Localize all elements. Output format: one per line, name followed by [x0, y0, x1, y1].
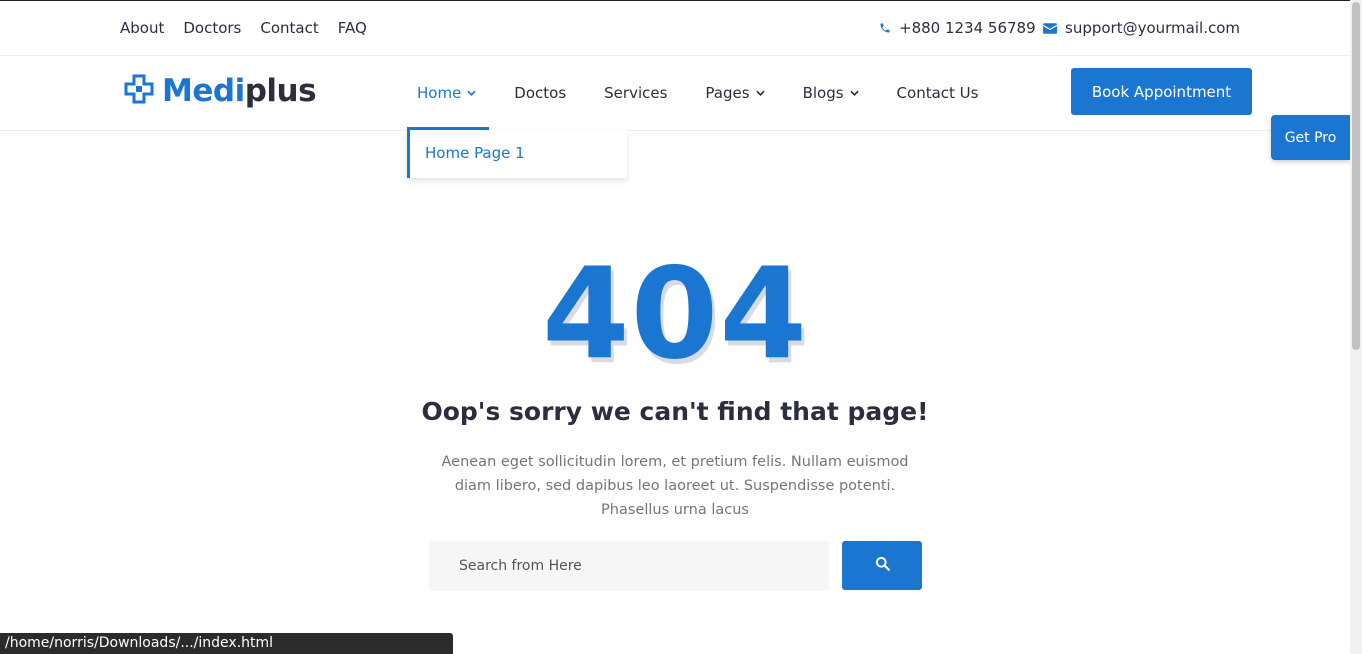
logo[interactable]: Mediplus — [123, 73, 317, 109]
home-dropdown-menu: Home Page 1 — [407, 130, 627, 178]
logo-text: Mediplus — [162, 73, 317, 109]
top-links: About Doctors Contact FAQ — [120, 19, 367, 37]
top-link-doctors[interactable]: Doctors — [183, 19, 241, 37]
chevron-down-icon — [467, 90, 476, 96]
top-email[interactable]: support@yourmail.com — [1043, 19, 1240, 37]
dropdown-item-home-page-1[interactable]: Home Page 1 — [425, 144, 525, 162]
nav-item-doctos[interactable]: Doctos — [514, 84, 566, 102]
chevron-down-icon — [755, 90, 765, 96]
phone-icon — [879, 22, 891, 34]
email-address: support@yourmail.com — [1065, 19, 1240, 37]
search-input[interactable] — [429, 541, 829, 591]
browser-status-bar: /home/norris/Downloads/.../index.html — [0, 633, 453, 654]
top-link-about[interactable]: About — [120, 19, 164, 37]
error-code: 404 — [541, 240, 808, 387]
nav-label-contact-us: Contact Us — [896, 84, 979, 102]
top-phone[interactable]: +880 1234 56789 — [879, 19, 1036, 37]
main-nav: Home Doctos Services Pages Blogs Contact… — [417, 84, 1016, 102]
search-icon — [875, 556, 890, 575]
nav-item-services[interactable]: Services — [604, 84, 667, 102]
nav-label-doctos: Doctos — [514, 84, 567, 102]
vertical-scrollbar[interactable] — [1350, 0, 1362, 654]
top-link-faq[interactable]: FAQ — [338, 19, 367, 37]
top-link-contact[interactable]: Contact — [260, 19, 318, 37]
nav-label-blogs: Blogs — [802, 84, 844, 102]
nav-label-pages: Pages — [705, 84, 750, 102]
nav-item-pages[interactable]: Pages — [705, 84, 765, 102]
medical-cross-icon — [123, 73, 155, 109]
scrollbar-thumb[interactable] — [1352, 2, 1360, 350]
nav-item-home[interactable]: Home — [417, 84, 476, 102]
nav-item-blogs[interactable]: Blogs — [803, 84, 859, 102]
nav-label-home: Home — [417, 84, 462, 102]
get-pro-button[interactable]: Get Pro — [1271, 115, 1350, 160]
envelope-icon — [1043, 22, 1057, 34]
error-title: Oop's sorry we can't find that page! — [421, 397, 929, 426]
phone-number: +880 1234 56789 — [899, 19, 1036, 37]
search-button[interactable] — [842, 541, 922, 590]
chevron-down-icon — [849, 90, 859, 96]
nav-label-services: Services — [604, 84, 668, 102]
error-description: Aenean eget sollicitudin lorem, et preti… — [441, 454, 909, 518]
book-appointment-button[interactable]: Book Appointment — [1071, 68, 1252, 115]
top-bar: About Doctors Contact FAQ +880 1234 5678… — [0, 0, 1350, 56]
nav-item-contact-us[interactable]: Contact Us — [897, 84, 979, 102]
